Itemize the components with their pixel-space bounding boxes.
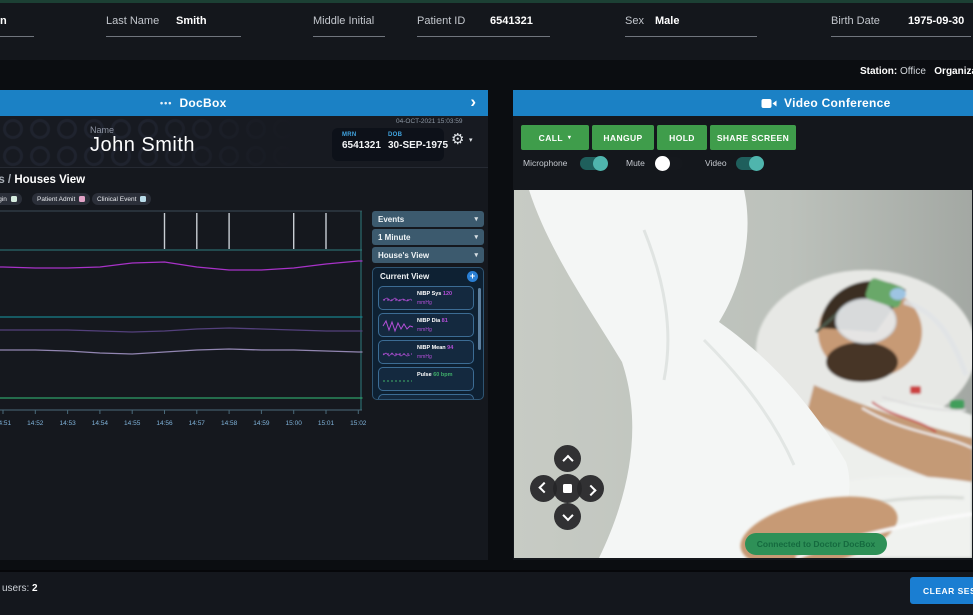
microphone-toggle[interactable] — [580, 157, 607, 170]
patient-id-badge: MRN 6541321 DOB 30-SEP-1975 — [332, 128, 444, 161]
interval-dropdown[interactable]: 1 Minute▾ — [372, 229, 484, 245]
middle-initial-field[interactable]: Middle Initial — [313, 15, 385, 39]
add-vital-icon[interactable]: + — [467, 271, 478, 282]
first-name-field[interactable]: n — [0, 15, 34, 39]
station-value: Office — [900, 66, 926, 77]
patient-id-label: Patient ID — [417, 15, 465, 27]
vital-card-partial[interactable] — [378, 394, 474, 400]
svg-text:14:59: 14:59 — [253, 420, 270, 427]
users-count: users: 2 — [2, 583, 38, 594]
last-name-value: Smith — [176, 15, 207, 27]
vital-card-pulse[interactable]: Pulse 60 bpm — [378, 367, 474, 391]
call-button[interactable]: CALL▾ — [521, 125, 589, 150]
share-screen-button[interactable]: SHARE SCREEN — [710, 125, 796, 150]
patient-name: John Smith — [90, 134, 195, 157]
current-view-scrollbar[interactable] — [478, 288, 481, 350]
svg-text:15:01: 15:01 — [318, 420, 335, 427]
svg-text:15:02: 15:02 — [350, 420, 366, 427]
current-view-panel: Current View + NIBP Sys 120 mmHg NIBP Di… — [372, 267, 484, 400]
footer-bar: users: 2 CLEAR SESSION — [0, 572, 973, 615]
patient-admit-checkbox[interactable] — [79, 196, 85, 202]
camera-right-button[interactable] — [577, 475, 604, 502]
camera-down-button[interactable] — [554, 503, 581, 530]
docbox-panel: ••• DocBox › 04-OCT-2021 15:03:59 Name J… — [0, 90, 488, 560]
dob-value: 30-SEP-1975 — [388, 140, 448, 151]
hangup-button[interactable]: HANGUP — [592, 125, 654, 150]
events-dropdown[interactable]: Events▾ — [372, 211, 484, 227]
video-toggle[interactable] — [736, 157, 763, 170]
vital-card-nibp-sys[interactable]: NIBP Sys 120 mmHg — [378, 286, 474, 310]
svg-text:14:52: 14:52 — [27, 420, 44, 427]
clinical-event-checkbox[interactable] — [140, 196, 146, 202]
svg-text:14:51: 14:51 — [0, 420, 12, 427]
sex-value: Male — [655, 15, 679, 27]
filter-chip-login[interactable]: Login — [0, 193, 22, 205]
patient-id-field[interactable]: Patient ID 6541321 — [417, 15, 550, 39]
vital-card-nibp-mean[interactable]: NIBP Mean 94 mmHg — [378, 340, 474, 364]
banner-timestamp: 04-OCT-2021 15:03:59 — [396, 118, 463, 125]
organization-label: Organization — [934, 66, 973, 77]
connection-status-badge: Connected to Doctor DocBox — [745, 533, 887, 555]
video-conference-panel: Video Conference CALL▾ HANGUP HOLD SHARE… — [513, 90, 973, 560]
breadcrumb: Patients / Houses View — [0, 174, 85, 186]
patient-banner: 04-OCT-2021 15:03:59 Name John Smith MRN… — [0, 116, 488, 168]
birth-date-label: Birth Date — [831, 15, 880, 27]
app-window: n Last Name Smith Middle Initial Patient… — [0, 0, 973, 615]
expand-panel-icon[interactable]: › — [470, 92, 476, 112]
docbox-title: DocBox — [179, 96, 226, 110]
caret-down-icon: ▾ — [474, 233, 478, 241]
video-header: Video Conference — [513, 90, 973, 116]
svg-text:15:00: 15:00 — [286, 420, 303, 427]
dob-label: DOB — [388, 132, 402, 138]
svg-text:14:56: 14:56 — [156, 420, 173, 427]
mute-label: Mute — [626, 158, 645, 168]
docbox-header: ••• DocBox › — [0, 90, 488, 116]
video-title: Video Conference — [784, 96, 891, 110]
vitals-trend-chart: 14:51 14:52 14:53 14:54 14:55 14:56 14:57 14:58… — [0, 210, 366, 440]
menu-dots-icon[interactable]: ••• — [160, 98, 172, 108]
filter-chip-clinical-event[interactable]: Clinical Event — [92, 193, 151, 205]
svg-text:14:57: 14:57 — [189, 420, 206, 427]
settings-caret-icon[interactable]: ▾ — [469, 136, 473, 144]
last-name-label: Last Name — [106, 15, 159, 27]
sex-label: Sex — [625, 15, 644, 27]
station-label: Station: — [860, 66, 897, 77]
svg-text:14:58: 14:58 — [221, 420, 238, 427]
patient-id-value: 6541321 — [490, 15, 533, 27]
video-label: Video — [705, 158, 727, 168]
caret-down-icon: ▾ — [474, 215, 478, 223]
settings-gear-icon[interactable]: ⚙ — [451, 130, 464, 148]
mrn-value: 6541321 — [342, 140, 381, 151]
svg-text:14:55: 14:55 — [124, 420, 141, 427]
last-name-field[interactable]: Last Name Smith — [106, 15, 241, 39]
patient-info-bar: n Last Name Smith Middle Initial Patient… — [0, 0, 973, 60]
vital-card-nibp-dia[interactable]: NIBP Dia 81 mmHg — [378, 313, 474, 337]
caret-down-icon: ▾ — [474, 251, 478, 259]
microphone-label: Microphone — [523, 158, 567, 168]
birth-date-field[interactable]: Birth Date 1975-09-30 — [831, 15, 971, 39]
station-info: Station: Office Organization — [860, 66, 973, 77]
svg-text:14:54: 14:54 — [92, 420, 109, 427]
filter-chip-patient-admit[interactable]: Patient Admit — [32, 193, 90, 205]
video-feed — [514, 190, 972, 558]
first-name-fragment: n — [0, 15, 7, 27]
video-camera-icon — [761, 98, 777, 109]
middle-initial-label: Middle Initial — [313, 15, 374, 27]
current-view-title: Current View — [380, 272, 429, 281]
login-checkbox[interactable] — [11, 196, 17, 202]
view-dropdown[interactable]: House's View▾ — [372, 247, 484, 263]
mrn-label: MRN — [342, 132, 357, 138]
clear-session-button[interactable]: CLEAR SESSION — [910, 577, 973, 604]
mute-toggle[interactable] — [656, 157, 683, 170]
birth-date-value: 1975-09-30 — [908, 15, 964, 27]
camera-up-button[interactable] — [554, 445, 581, 472]
svg-text:14:53: 14:53 — [59, 420, 76, 427]
hold-button[interactable]: HOLD — [657, 125, 707, 150]
call-caret-icon: ▾ — [568, 134, 571, 141]
sex-field[interactable]: Sex Male — [625, 15, 757, 39]
